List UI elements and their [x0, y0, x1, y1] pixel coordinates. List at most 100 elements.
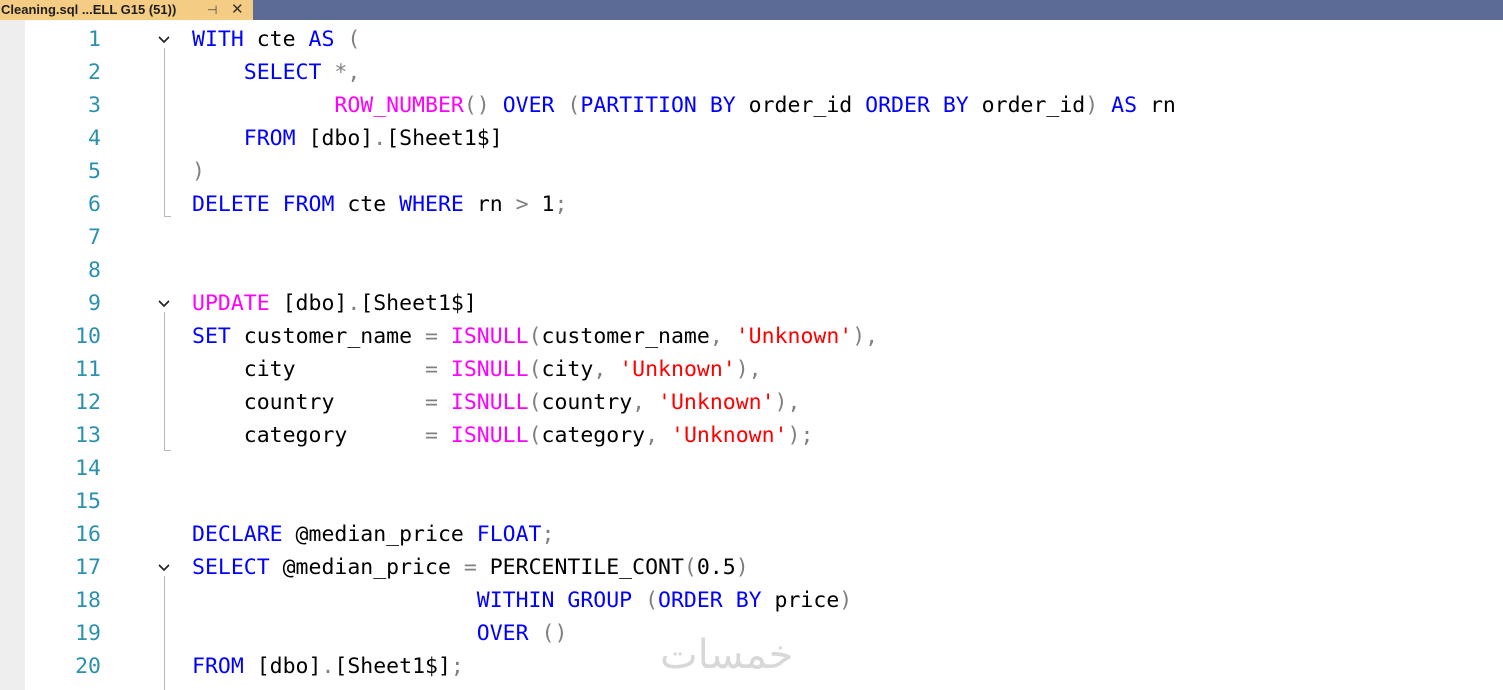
code-token: country — [192, 390, 425, 415]
tab-cleaning-sql[interactable]: Cleaning.sql ...ELL G15 (51)) ⊣ ✕ — [0, 0, 253, 20]
pin-icon[interactable]: ⊣ — [207, 0, 217, 20]
code-token: ); — [787, 423, 814, 448]
code-token: *, — [334, 60, 361, 85]
code-text: country = ISNULL(country, 'Unknown'), — [192, 386, 801, 419]
line-number: 17 — [75, 555, 101, 580]
code-line[interactable]: 2 SELECT *, — [25, 56, 1503, 89]
code-line[interactable]: 15 — [25, 485, 1503, 518]
code-text: FROM [dbo].[Sheet1$] — [192, 122, 503, 155]
code-text: DELETE FROM cte WHERE rn > 1; — [192, 188, 567, 221]
code-text: DECLARE @median_price FLOAT; — [192, 518, 554, 551]
code-line[interactable]: 18 WITHIN GROUP (ORDER BY price) — [25, 584, 1503, 617]
code-token: category — [541, 423, 646, 448]
code-text: FROM [dbo].[Sheet1$]; — [192, 650, 464, 683]
code-token: [Sheet1$] — [360, 291, 477, 316]
code-token: ISNULL — [450, 324, 529, 349]
code-token: ( — [528, 324, 542, 349]
code-line[interactable]: 17 SELECT @median_price = PERCENTILE_CONT… — [25, 551, 1503, 584]
code-token: ), — [735, 357, 762, 382]
code-text: category = ISNULL(category, 'Unknown'); — [192, 419, 814, 452]
code-token: ; — [541, 522, 555, 547]
code-token: SET — [192, 324, 231, 349]
line-number: 6 — [88, 192, 101, 217]
code-line[interactable]: 4 FROM [dbo].[Sheet1$] — [25, 122, 1503, 155]
code-token: FLOAT — [476, 522, 542, 547]
code-line[interactable]: 16 DECLARE @median_price FLOAT; — [25, 518, 1503, 551]
code-line[interactable]: 13 category = ISNULL(category, 'Unknown'… — [25, 419, 1503, 452]
code-text: UPDATE [dbo].[Sheet1$] — [192, 287, 477, 320]
tab-title: Cleaning.sql ...ELL G15 (51)) — [1, 2, 177, 17]
code-token: FROM — [282, 192, 335, 217]
code-token: = — [425, 423, 438, 448]
code-token: ( — [645, 588, 659, 613]
code-line[interactable]: 8 — [25, 254, 1503, 287]
line-number: 14 — [75, 456, 101, 481]
code-token: . — [321, 654, 335, 679]
code-token: FROM — [192, 654, 244, 679]
code-line[interactable]: 5) — [25, 155, 1503, 188]
code-token: 1 — [528, 192, 555, 217]
code-token: 'Unknown' — [671, 423, 788, 448]
code-editor[interactable]: 1 WITH cte AS (2 SELECT *, 3 ROW_NUMBER() … — [25, 20, 1503, 690]
code-token: . — [373, 126, 387, 151]
code-token: cte — [243, 27, 309, 52]
code-token: PERCENTILE_CONT — [476, 555, 684, 580]
code-token: ( — [347, 27, 361, 52]
code-line[interactable]: 14 — [25, 452, 1503, 485]
code-token: order_id — [735, 93, 866, 118]
code-token: [Sheet1$] — [334, 654, 451, 679]
line-number: 10 — [75, 324, 101, 349]
code-token: WHERE — [399, 192, 464, 217]
line-number: 15 — [75, 489, 101, 514]
code-token: 0.5 — [696, 555, 736, 580]
line-number: 7 — [88, 225, 101, 250]
code-token: ; — [450, 654, 464, 679]
code-line[interactable]: 1 WITH cte AS ( — [25, 23, 1503, 56]
code-token: ISNULL — [450, 357, 529, 382]
close-icon[interactable]: ✕ — [231, 0, 244, 20]
line-number: 19 — [75, 621, 101, 646]
code-line[interactable]: 6 DELETE FROM cte WHERE rn > 1; — [25, 188, 1503, 221]
line-number: 2 — [88, 60, 101, 85]
code-token: = — [425, 357, 438, 382]
code-line[interactable]: 3 ROW_NUMBER() OVER (PARTITION BY order_… — [25, 89, 1503, 122]
code-token: ; — [554, 192, 568, 217]
code-token: DECLARE — [192, 522, 283, 547]
code-line[interactable]: 10 SET customer_name = ISNULL(customer_na… — [25, 320, 1503, 353]
line-number: 13 — [75, 423, 101, 448]
code-line[interactable]: 12 country = ISNULL(country, 'Unknown'), — [25, 386, 1503, 419]
fold-chevron-down-icon[interactable] — [156, 32, 172, 48]
code-token: [dbo] — [243, 654, 322, 679]
code-token: cte — [334, 192, 400, 217]
code-token: ROW_NUMBER — [334, 93, 464, 118]
code-token: [Sheet1$] — [386, 126, 503, 151]
document-tabstrip: Cleaning.sql ...ELL G15 (51)) ⊣ ✕ — [0, 0, 1503, 20]
editor-left-margin — [0, 20, 25, 690]
code-token: OVER — [502, 93, 555, 118]
code-line[interactable]: 11 city = ISNULL(city, 'Unknown'), — [25, 353, 1503, 386]
code-token: ISNULL — [450, 423, 529, 448]
code-line[interactable]: 9 UPDATE [dbo].[Sheet1$] — [25, 287, 1503, 320]
code-token: ), — [774, 390, 801, 415]
code-text: SELECT @median_price = PERCENTILE_CONT(0… — [192, 551, 749, 584]
watermark: خمسات — [660, 632, 794, 678]
line-number: 20 — [75, 654, 101, 679]
code-token: WITHIN GROUP — [476, 588, 633, 613]
code-token: rn — [1137, 93, 1176, 118]
fold-chevron-down-icon[interactable] — [156, 560, 172, 576]
code-token: ( — [528, 390, 542, 415]
code-line[interactable]: 7 — [25, 221, 1503, 254]
line-number: 5 — [88, 159, 101, 184]
fold-chevron-down-icon[interactable] — [156, 296, 172, 312]
